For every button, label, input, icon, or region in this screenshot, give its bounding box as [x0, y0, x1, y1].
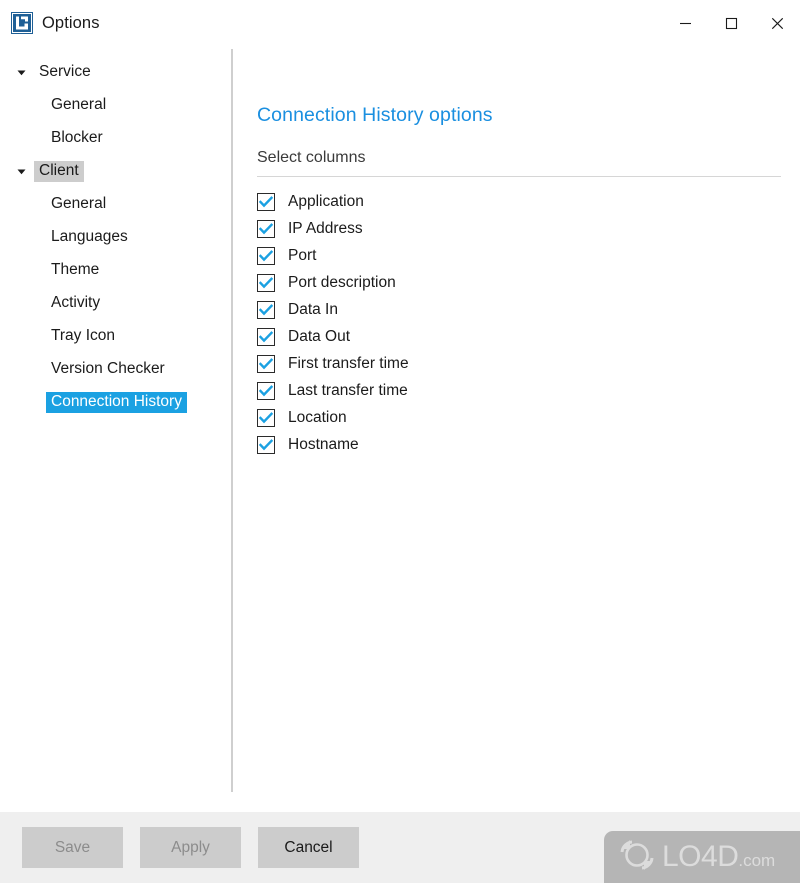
- group-label: Select columns: [257, 148, 366, 166]
- checkbox-label: Application: [288, 193, 364, 210]
- sidebar-item-theme[interactable]: Theme: [0, 254, 232, 287]
- checkbox-label: Last transfer time: [288, 382, 408, 399]
- sidebar-item-label: General: [51, 96, 107, 114]
- window-body: Service General Blocker Client General L…: [0, 46, 800, 812]
- sidebar-item-label: Activity: [51, 294, 101, 312]
- checkbox-row-location[interactable]: Location: [257, 405, 781, 432]
- checkbox-checked-icon[interactable]: [257, 193, 275, 211]
- app-logo-icon: [11, 12, 33, 34]
- sidebar-item-label: Connection History: [46, 392, 187, 413]
- checkbox-row-data-out[interactable]: Data Out: [257, 324, 781, 351]
- checkbox-checked-icon[interactable]: [257, 382, 275, 400]
- sidebar-item-service[interactable]: Service: [0, 56, 232, 89]
- checkbox-checked-icon[interactable]: [257, 247, 275, 265]
- refresh-circle-icon: [618, 838, 656, 877]
- checkbox-label: IP Address: [288, 220, 363, 237]
- checkbox-row-port[interactable]: Port: [257, 243, 781, 270]
- sidebar-item-tray-icon[interactable]: Tray Icon: [0, 320, 232, 353]
- checkbox-row-first-transfer-time[interactable]: First transfer time: [257, 351, 781, 378]
- sidebar-item-service-general[interactable]: General: [0, 89, 232, 122]
- window-controls: [662, 0, 800, 46]
- checkbox-label: Port description: [288, 274, 396, 291]
- watermark-suffix: .com: [738, 851, 776, 870]
- checkbox-label: Location: [288, 409, 347, 426]
- sidebar-item-client[interactable]: Client: [0, 155, 232, 188]
- sidebar-item-label: Languages: [51, 228, 128, 246]
- watermark-text: LO4D.com: [662, 842, 775, 872]
- sidebar-item-connection-history[interactable]: Connection History: [0, 386, 232, 419]
- title-bar-left: Options: [0, 12, 100, 34]
- sidebar-item-label: Version Checker: [51, 360, 165, 378]
- sidebar-item-languages[interactable]: Languages: [0, 221, 232, 254]
- chevron-down-icon[interactable]: [8, 67, 34, 78]
- sidebar-item-client-general[interactable]: General: [0, 188, 232, 221]
- sidebar-item-label: Blocker: [51, 129, 103, 147]
- sidebar-item-activity[interactable]: Activity: [0, 287, 232, 320]
- checkbox-checked-icon[interactable]: [257, 301, 275, 319]
- checkbox-label: Port: [288, 247, 317, 264]
- checkbox-row-data-in[interactable]: Data In: [257, 297, 781, 324]
- column-checkbox-list: Application IP Address Port Port descrip…: [257, 189, 781, 459]
- sidebar-item-blocker[interactable]: Blocker: [0, 122, 232, 155]
- apply-button[interactable]: Apply: [140, 827, 241, 868]
- save-button[interactable]: Save: [22, 827, 123, 868]
- checkbox-checked-icon[interactable]: [257, 355, 275, 373]
- checkbox-row-application[interactable]: Application: [257, 189, 781, 216]
- checkbox-label: Data In: [288, 301, 338, 318]
- dialog-footer: Save Apply Cancel LO4D.com: [0, 812, 800, 883]
- checkbox-checked-icon[interactable]: [257, 409, 275, 427]
- title-bar: Options: [0, 0, 800, 46]
- close-button[interactable]: [754, 0, 800, 46]
- checkbox-label: First transfer time: [288, 355, 409, 372]
- cancel-button[interactable]: Cancel: [258, 827, 359, 868]
- chevron-down-icon[interactable]: [8, 166, 34, 177]
- checkbox-checked-icon[interactable]: [257, 328, 275, 346]
- window-title: Options: [42, 13, 100, 32]
- minimize-button[interactable]: [662, 0, 708, 46]
- watermark-brand: LO4D: [662, 840, 739, 873]
- sidebar-item-label: Service: [39, 63, 91, 81]
- page-title: Connection History options: [257, 104, 493, 126]
- sidebar-item-version-checker[interactable]: Version Checker: [0, 353, 232, 386]
- checkbox-row-port-description[interactable]: Port description: [257, 270, 781, 297]
- checkbox-row-ip-address[interactable]: IP Address: [257, 216, 781, 243]
- checkbox-label: Hostname: [288, 436, 359, 453]
- checkbox-row-last-transfer-time[interactable]: Last transfer time: [257, 378, 781, 405]
- sidebar-item-label: Tray Icon: [51, 327, 116, 345]
- group-separator: [257, 175, 781, 177]
- sidebar-item-label: Client: [34, 161, 84, 182]
- content-pane: Connection History options Select column…: [232, 46, 800, 812]
- checkbox-label: Data Out: [288, 328, 351, 345]
- maximize-button[interactable]: [708, 0, 754, 46]
- sidebar-item-label: Theme: [51, 261, 100, 279]
- checkbox-checked-icon[interactable]: [257, 436, 275, 454]
- checkbox-checked-icon[interactable]: [257, 274, 275, 292]
- settings-tree: Service General Blocker Client General L…: [0, 46, 233, 812]
- options-window: Options Service General Blocker Client G…: [0, 0, 800, 883]
- checkbox-checked-icon[interactable]: [257, 220, 275, 238]
- sidebar-item-label: General: [51, 195, 107, 213]
- checkbox-row-hostname[interactable]: Hostname: [257, 432, 781, 459]
- watermark: LO4D.com: [604, 831, 800, 883]
